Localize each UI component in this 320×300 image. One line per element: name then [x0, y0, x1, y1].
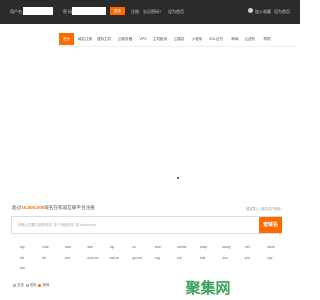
search-domain-button[interactable]: 查域名: [259, 217, 282, 233]
nav-item-help[interactable]: 帮助: [261, 33, 273, 45]
tld-option[interactable]: .net: [244, 245, 250, 249]
top-bar: 用户名 密 码 登录 注册 忘记密码? 设为首页 加入收藏 设为首页: [0, 0, 300, 24]
set-homepage-link[interactable]: 设为首页: [274, 9, 290, 15]
extra-link[interactable]: 设为首页: [168, 9, 184, 15]
username-label: 用户名: [10, 9, 22, 14]
tld-option[interactable]: .pro: [244, 256, 250, 260]
tld-option[interactable]: .site: [87, 245, 93, 249]
tld-option[interactable]: .biz: [19, 256, 24, 260]
nav-divider: [58, 46, 298, 47]
tld-option[interactable]: .top: [19, 245, 25, 249]
register-link[interactable]: 注册: [131, 9, 139, 15]
tld-option[interactable]: .net.cn: [109, 256, 119, 260]
select-options: 全选 常用 推荐: [12, 282, 49, 287]
nav-item-hosting[interactable]: 虚拟主机: [95, 33, 113, 45]
tld-option[interactable]: .store: [267, 245, 275, 249]
tld-option[interactable]: .cn: [132, 245, 137, 249]
tld-option[interactable]: .kim: [222, 256, 228, 260]
nav-item-miniapp[interactable]: 小程序: [189, 33, 205, 45]
password-input[interactable]: [72, 7, 106, 15]
tld-option[interactable]: .shop: [199, 245, 207, 249]
promo-prefix: 超过: [12, 205, 22, 210]
tld-option[interactable]: .org: [154, 256, 160, 260]
brand-text: 聚集网: [184, 279, 230, 297]
nav-item-cloud[interactable]: 云服务器: [115, 33, 135, 45]
nav-item-home[interactable]: 首页: [59, 33, 74, 45]
option-common-label: 常用: [29, 283, 37, 287]
radio-all[interactable]: [13, 283, 16, 287]
nav-item-domain[interactable]: 域名注册: [76, 33, 94, 45]
tld-option[interactable]: .vip: [109, 245, 114, 249]
tld-option[interactable]: .tech: [154, 245, 161, 249]
tld-option[interactable]: .wang: [222, 245, 231, 249]
nav-item-server[interactable]: 主机租用: [150, 33, 170, 45]
nav-item-vps[interactable]: VPS: [137, 33, 149, 45]
domain-search-input[interactable]: [12, 217, 257, 233]
tld-option[interactable]: .xyz: [267, 256, 273, 260]
tld-option[interactable]: .com: [64, 245, 71, 249]
tld-option[interactable]: .com.cn: [87, 256, 99, 260]
promo-count: 10,000,000: [21, 205, 45, 210]
nav-item-ssl[interactable]: SSL证书: [206, 33, 226, 45]
option-all-label: 全选: [17, 283, 24, 287]
tld-option[interactable]: .gov.cn: [132, 256, 143, 260]
nav-item-cloudvm[interactable]: 云虚机: [243, 33, 257, 45]
bookmark-link[interactable]: 加入收藏: [255, 9, 271, 15]
radio-common[interactable]: [25, 283, 29, 287]
username-input[interactable]: [23, 7, 53, 15]
promo-text: 超过10,000,000域名在和诚互联平台注册: [12, 205, 95, 211]
password-label: 密 码: [63, 9, 73, 14]
tld-option[interactable]: .online: [177, 245, 187, 249]
user-icon[interactable]: [248, 8, 253, 13]
forgot-password-link[interactable]: 忘记密码?: [143, 9, 161, 15]
brand-watermark: 聚集网: [184, 279, 230, 297]
login-button[interactable]: 登录: [110, 7, 125, 15]
main-nav: 首页 域名注册 虚拟主机 云服务器 VPS 主机租用 云建站 小程序 SSL证书…: [0, 32, 300, 46]
promo-suffix: 域名在和诚互联平台注册: [44, 205, 95, 210]
nav-item-mail[interactable]: 邮局: [229, 33, 241, 45]
carousel-dot[interactable]: [177, 177, 179, 179]
nav-item-site[interactable]: 云建站: [171, 33, 187, 45]
tld-option[interactable]: .red: [64, 256, 70, 260]
option-recommend-label: 推荐: [42, 283, 50, 287]
tld-option[interactable]: .club: [42, 245, 49, 249]
promo-links[interactable]: 域名导入 | 域名过户查询: [246, 206, 280, 211]
tld-option[interactable]: .ink: [177, 256, 182, 260]
tld-option[interactable]: .win: [19, 266, 25, 270]
tld-option[interactable]: .ltd: [42, 256, 47, 260]
tld-option[interactable]: .info: [199, 256, 205, 260]
